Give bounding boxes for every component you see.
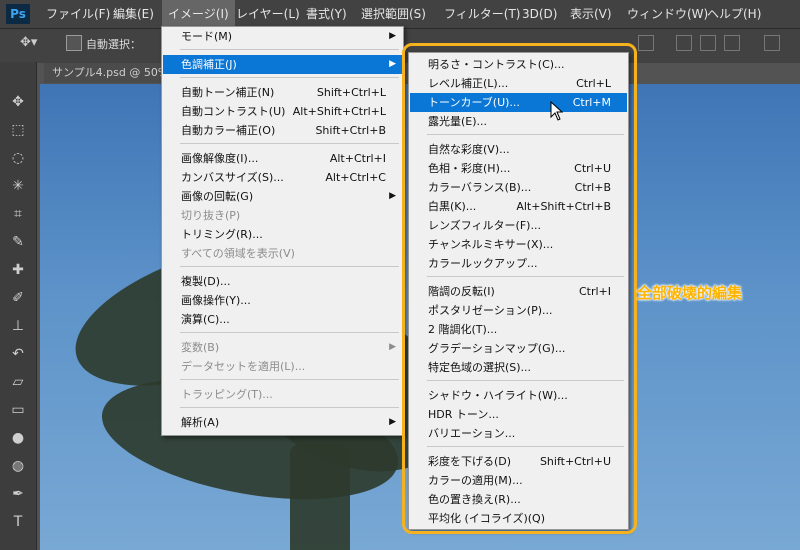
tools-panel: ✥ ⬚ ◌ ✳ ⌗ ✎ ✚ ✐ ⊥ ↶ ▱ ▭ ● ◍ ✒ T: [0, 62, 37, 550]
menu-item-auto-contrast[interactable]: 自動コントラスト(U) Alt+Shift+Ctrl+L: [163, 102, 402, 121]
menu-item-canvas-size[interactable]: カンバスサイズ(S)... Alt+Ctrl+C: [163, 168, 402, 187]
menu-separator: [180, 143, 399, 144]
auto-select-label: 自動選択：: [86, 38, 141, 51]
auto-align-icon[interactable]: [764, 35, 780, 51]
photoshop-logo: Ps: [6, 4, 30, 24]
menu-separator: [180, 49, 399, 50]
menu-item-trap: トラッピング(T)...: [181, 388, 273, 401]
distribute-icon[interactable]: [700, 35, 716, 51]
annotation-label: 全部破壊的編集: [637, 284, 743, 302]
menu-item-variables: 変数(B) ▶: [181, 341, 396, 354]
menu-item-apply-data-set: データセットを適用(L)...: [181, 360, 306, 373]
menu-item-apply-image[interactable]: 画像操作(Y)...: [163, 291, 402, 310]
gradient-tool-icon[interactable]: ▭: [8, 400, 28, 420]
menu-view[interactable]: 表示(V): [570, 0, 612, 28]
menu-item-image-size[interactable]: 画像解像度(I)... Alt+Ctrl+I: [163, 149, 402, 168]
align-icon[interactable]: [638, 35, 654, 51]
document-tab[interactable]: サンプル4.psd @ 50%: [44, 63, 172, 83]
stamp-tool-icon[interactable]: ⊥: [8, 316, 28, 336]
menu-item-duplicate[interactable]: 複製(D)...: [163, 272, 402, 291]
palm-trunk: [290, 444, 350, 550]
type-tool-icon[interactable]: T: [8, 512, 28, 532]
menu-bar: Ps ファイル(F) 編集(E) イメージ(I) レイヤー(L) 書式(Y) 選…: [0, 0, 800, 28]
blur-tool-icon[interactable]: ●: [8, 428, 28, 448]
menu-item-calculations[interactable]: 演算(C)...: [163, 310, 402, 329]
move-tool-icon[interactable]: ✥: [8, 92, 28, 112]
menu-item-auto-color[interactable]: 自動カラー補正(O) Shift+Ctrl+B: [163, 121, 402, 140]
image-menu: モード(M) ▶ 色調補正(J) ▶ 自動トーン補正(N) Shift+Ctrl+L …: [161, 26, 404, 436]
move-tool-icon[interactable]: ✥▾: [20, 35, 37, 50]
menu-item-reveal-all: すべての領域を表示(V): [181, 247, 295, 260]
healing-brush-icon[interactable]: ✚: [8, 260, 28, 280]
eraser-tool-icon[interactable]: ▱: [8, 372, 28, 392]
dodge-tool-icon[interactable]: ◍: [8, 456, 28, 476]
menu-file[interactable]: ファイル(F): [46, 0, 110, 28]
lasso-tool-icon[interactable]: ◌: [8, 148, 28, 168]
menu-separator: [180, 379, 399, 380]
annotation-highlight-box: [402, 43, 637, 534]
mouse-pointer-icon: [550, 101, 564, 121]
crop-tool-icon[interactable]: ⌗: [8, 204, 28, 224]
brush-tool-icon[interactable]: ✐: [8, 288, 28, 308]
distribute-icon[interactable]: [724, 35, 740, 51]
menu-help[interactable]: ヘルプ(H): [707, 0, 761, 28]
menu-item-adjustments[interactable]: 色調補正(J) ▶: [163, 55, 402, 74]
menu-item-analysis[interactable]: 解析(A) ▶: [163, 413, 402, 432]
menu-separator: [180, 266, 399, 267]
menu-separator: [180, 332, 399, 333]
menu-separator: [180, 407, 399, 408]
menu-item-mode[interactable]: モード(M) ▶: [163, 27, 402, 46]
menu-layer[interactable]: レイヤー(L): [236, 0, 300, 28]
menu-separator: [180, 77, 399, 78]
magic-wand-icon[interactable]: ✳: [8, 176, 28, 196]
menu-edit[interactable]: 編集(E): [113, 0, 154, 28]
marquee-tool-icon[interactable]: ⬚: [8, 120, 28, 140]
menu-item-crop: 切り抜き(P): [181, 209, 241, 222]
history-brush-icon[interactable]: ↶: [8, 344, 28, 364]
distribute-icon[interactable]: [676, 35, 692, 51]
menu-type[interactable]: 書式(Y): [306, 0, 347, 28]
menu-item-auto-tone[interactable]: 自動トーン補正(N) Shift+Ctrl+L: [163, 83, 402, 102]
auto-select-checkbox[interactable]: [66, 35, 82, 51]
menu-3d[interactable]: 3D(D): [522, 0, 557, 28]
menu-select[interactable]: 選択範囲(S): [361, 0, 426, 28]
menu-window[interactable]: ウィンドウ(W): [627, 0, 708, 28]
pen-tool-icon[interactable]: ✒: [8, 484, 28, 504]
eyedropper-icon[interactable]: ✎: [8, 232, 28, 252]
menu-item-trim[interactable]: トリミング(R)...: [163, 225, 402, 244]
menu-image[interactable]: イメージ(I): [162, 0, 235, 28]
menu-filter[interactable]: フィルター(T): [444, 0, 520, 28]
menu-item-image-rotation[interactable]: 画像の回転(G) ▶: [163, 187, 402, 206]
